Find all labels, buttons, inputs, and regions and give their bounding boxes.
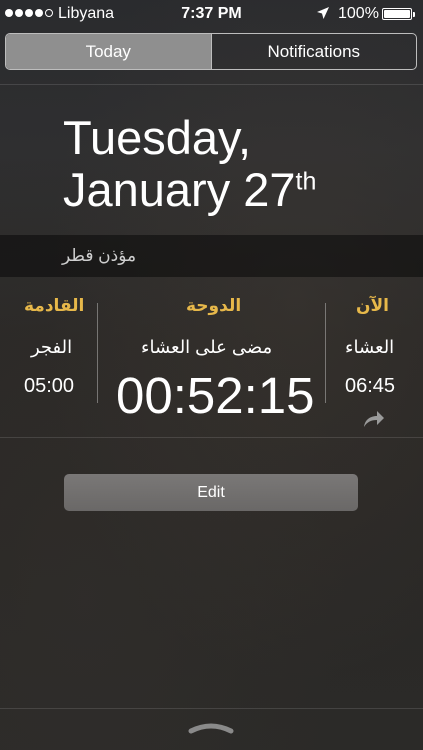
tab-today[interactable]: Today: [6, 34, 212, 69]
widget-header[interactable]: مؤذن قطر: [0, 235, 423, 277]
today-date: Tuesday, January 27th: [63, 112, 316, 216]
today-notifications-segmented-control: Today Notifications: [5, 33, 417, 70]
battery-percent: 100%: [338, 5, 379, 22]
date-month-day-text: January 27: [63, 163, 296, 216]
next-prayer-time: 05:00: [24, 375, 75, 397]
share-arrow-icon[interactable]: [363, 410, 385, 428]
date-weekday: Tuesday,: [63, 111, 252, 164]
bottom-divider: [0, 708, 423, 709]
elapsed-countdown: 00:52:15: [116, 367, 315, 424]
tab-notifications[interactable]: Notifications: [212, 34, 417, 69]
column-separator-right: [325, 303, 326, 403]
date-month-day: January 27th: [63, 164, 316, 216]
battery-icon: [382, 8, 415, 20]
battery-fill: [384, 10, 410, 18]
widget-title: مؤذن قطر: [62, 246, 137, 265]
next-prayer-label: القادمة: [24, 296, 85, 315]
widget-divider: [0, 437, 423, 438]
next-prayer-name: الفجر: [31, 337, 73, 357]
location-arrow-icon: [317, 7, 329, 19]
chevron-grabber-icon[interactable]: [188, 720, 234, 734]
current-prayer-name: العشاء: [345, 337, 395, 357]
header-divider: [0, 84, 423, 85]
edit-button[interactable]: Edit: [64, 474, 358, 511]
elapsed-status: مضى على العشاء: [141, 337, 273, 357]
current-prayer-time: 06:45: [345, 375, 396, 397]
city-label: الدوحة: [186, 296, 242, 315]
column-separator-left: [97, 303, 98, 403]
battery-nub: [413, 12, 415, 17]
date-ordinal-suffix: th: [295, 167, 317, 196]
current-prayer-label: الآن: [356, 296, 389, 315]
status-bar: Libyana 7:37 PM 100%: [0, 0, 423, 28]
